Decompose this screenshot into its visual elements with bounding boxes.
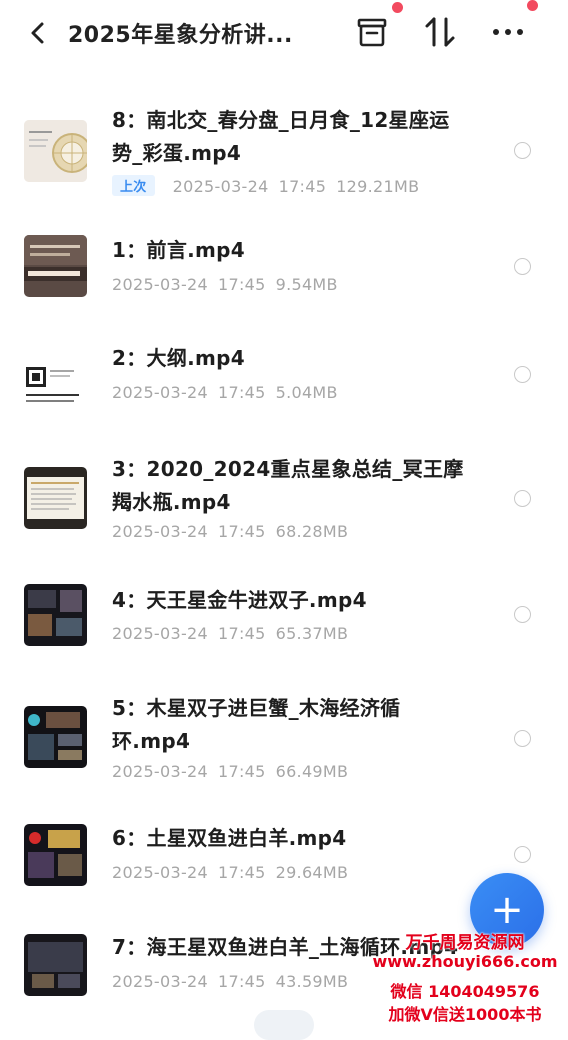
- select-radio[interactable]: [514, 846, 531, 863]
- watermark-line: www.zhouyi666.com: [372, 952, 558, 971]
- file-name-line: 3：2020_2024重点星象总结_冥王摩: [112, 457, 464, 481]
- file-date: 2025-03-24: [112, 522, 208, 541]
- file-size: 29.64MB: [275, 863, 349, 882]
- file-name-line: 势_彩蛋.mp4: [112, 141, 242, 165]
- file-name: 2：大纲.mp4: [112, 342, 492, 375]
- file-date: 2025-03-24: [172, 177, 269, 196]
- file-name-line: 环.mp4: [112, 729, 191, 753]
- file-meta: 2025-03-24 17:45 68.28MB: [112, 522, 348, 541]
- notification-dot: [392, 2, 403, 13]
- select-radio[interactable]: [514, 606, 531, 623]
- sort-icon[interactable]: [422, 14, 458, 50]
- video-thumbnail-icon: [24, 345, 87, 407]
- file-time: 17:45: [217, 863, 266, 882]
- watermark-line: 微信 1404049576: [390, 982, 540, 1001]
- top-bar: 2025年星象分析讲...: [0, 0, 568, 66]
- last-played-badge: 上次: [112, 175, 155, 196]
- file-time: 17:45: [217, 383, 266, 402]
- watermark-line: 万千周易资源网: [405, 933, 525, 953]
- select-radio[interactable]: [514, 730, 531, 747]
- file-name-line: 1：前言.mp4: [112, 238, 245, 262]
- file-meta: 2025-03-24 17:45 66.49MB: [112, 762, 348, 781]
- file-name-line: 2：大纲.mp4: [112, 346, 245, 370]
- video-thumbnail-icon: [24, 824, 87, 886]
- file-name: 1：前言.mp4: [112, 234, 492, 267]
- select-radio[interactable]: [514, 366, 531, 383]
- file-size: 43.59MB: [275, 972, 349, 991]
- video-thumbnail-icon: [24, 584, 87, 646]
- notification-dot: [527, 0, 538, 11]
- video-thumbnail-icon: [24, 120, 87, 182]
- file-size: 68.28MB: [275, 522, 349, 541]
- video-thumbnail-icon: [24, 467, 87, 529]
- file-date: 2025-03-24: [112, 275, 208, 294]
- page-title: 2025年星象分析讲...: [68, 23, 293, 48]
- list-item[interactable]: 2：大纲.mp4 2025-03-24 17:45 5.04MB: [0, 335, 568, 425]
- list-item[interactable]: 4：天王星金牛进双子.mp4 2025-03-24 17:45 65.37MB: [0, 580, 568, 670]
- file-name: 6：土星双鱼进白羊.mp4: [112, 822, 492, 855]
- file-name-line: 羯水瓶.mp4: [112, 490, 231, 514]
- file-date: 2025-03-24: [112, 624, 208, 643]
- file-size: 129.21MB: [336, 177, 420, 196]
- file-time: 17:45: [217, 624, 266, 643]
- file-meta: 上次 2025-03-24 17:45 129.21MB: [112, 175, 419, 196]
- select-radio[interactable]: [514, 490, 531, 507]
- file-date: 2025-03-24: [112, 972, 208, 991]
- chevron-left-icon[interactable]: [26, 18, 52, 48]
- list-item[interactable]: 8：南北交_春分盘_日月食_12星座运 势_彩蛋.mp4 上次 2025-03-2…: [0, 100, 568, 210]
- file-size: 5.04MB: [275, 383, 338, 402]
- file-meta: 2025-03-24 17:45 5.04MB: [112, 383, 338, 402]
- file-time: 17:45: [217, 522, 266, 541]
- select-radio[interactable]: [514, 258, 531, 275]
- file-size: 66.49MB: [275, 762, 349, 781]
- file-meta: 2025-03-24 17:45 9.54MB: [112, 275, 338, 294]
- list-item[interactable]: 3：2020_2024重点星象总结_冥王摩 羯水瓶.mp4 2025-03-24…: [0, 450, 568, 560]
- file-name-line: 4：天王星金牛进双子.mp4: [112, 588, 367, 612]
- file-size: 9.54MB: [275, 275, 338, 294]
- file-name-line: 5：木星双子进巨蟹_木海经济循: [112, 696, 401, 720]
- file-meta: 2025-03-24 17:45 43.59MB: [112, 972, 348, 991]
- file-name: 3：2020_2024重点星象总结_冥王摩 羯水瓶.mp4: [112, 453, 492, 519]
- bottom-handle[interactable]: [254, 1010, 314, 1040]
- watermark-line: 加微V信送1000本书: [388, 1005, 542, 1024]
- file-meta: 2025-03-24 17:45 29.64MB: [112, 863, 348, 882]
- file-name: 8：南北交_春分盘_日月食_12星座运 势_彩蛋.mp4: [112, 104, 492, 170]
- file-time: 17:45: [217, 762, 266, 781]
- video-thumbnail-icon: [24, 235, 87, 297]
- file-time: 17:45: [217, 972, 266, 991]
- file-date: 2025-03-24: [112, 863, 208, 882]
- video-thumbnail-icon: [24, 706, 87, 768]
- file-date: 2025-03-24: [112, 762, 208, 781]
- select-radio[interactable]: [514, 142, 531, 159]
- file-name: 5：木星双子进巨蟹_木海经济循 环.mp4: [112, 692, 492, 758]
- box-icon[interactable]: [354, 14, 390, 50]
- file-size: 65.37MB: [275, 624, 349, 643]
- file-time: 17:45: [278, 177, 327, 196]
- file-meta: 2025-03-24 17:45 65.37MB: [112, 624, 348, 643]
- file-time: 17:45: [217, 275, 266, 294]
- file-name-line: 8：南北交_春分盘_日月食_12星座运: [112, 108, 450, 132]
- video-thumbnail-icon: [24, 934, 87, 996]
- list-item[interactable]: 5：木星双子进巨蟹_木海经济循 环.mp4 2025-03-24 17:45 66.…: [0, 690, 568, 800]
- file-name: 4：天王星金牛进双子.mp4: [112, 584, 492, 617]
- list-item[interactable]: 1：前言.mp4 2025-03-24 17:45 9.54MB: [0, 225, 568, 315]
- file-name-line: 6：土星双鱼进白羊.mp4: [112, 826, 347, 850]
- file-date: 2025-03-24: [112, 383, 208, 402]
- more-icon[interactable]: [488, 14, 528, 50]
